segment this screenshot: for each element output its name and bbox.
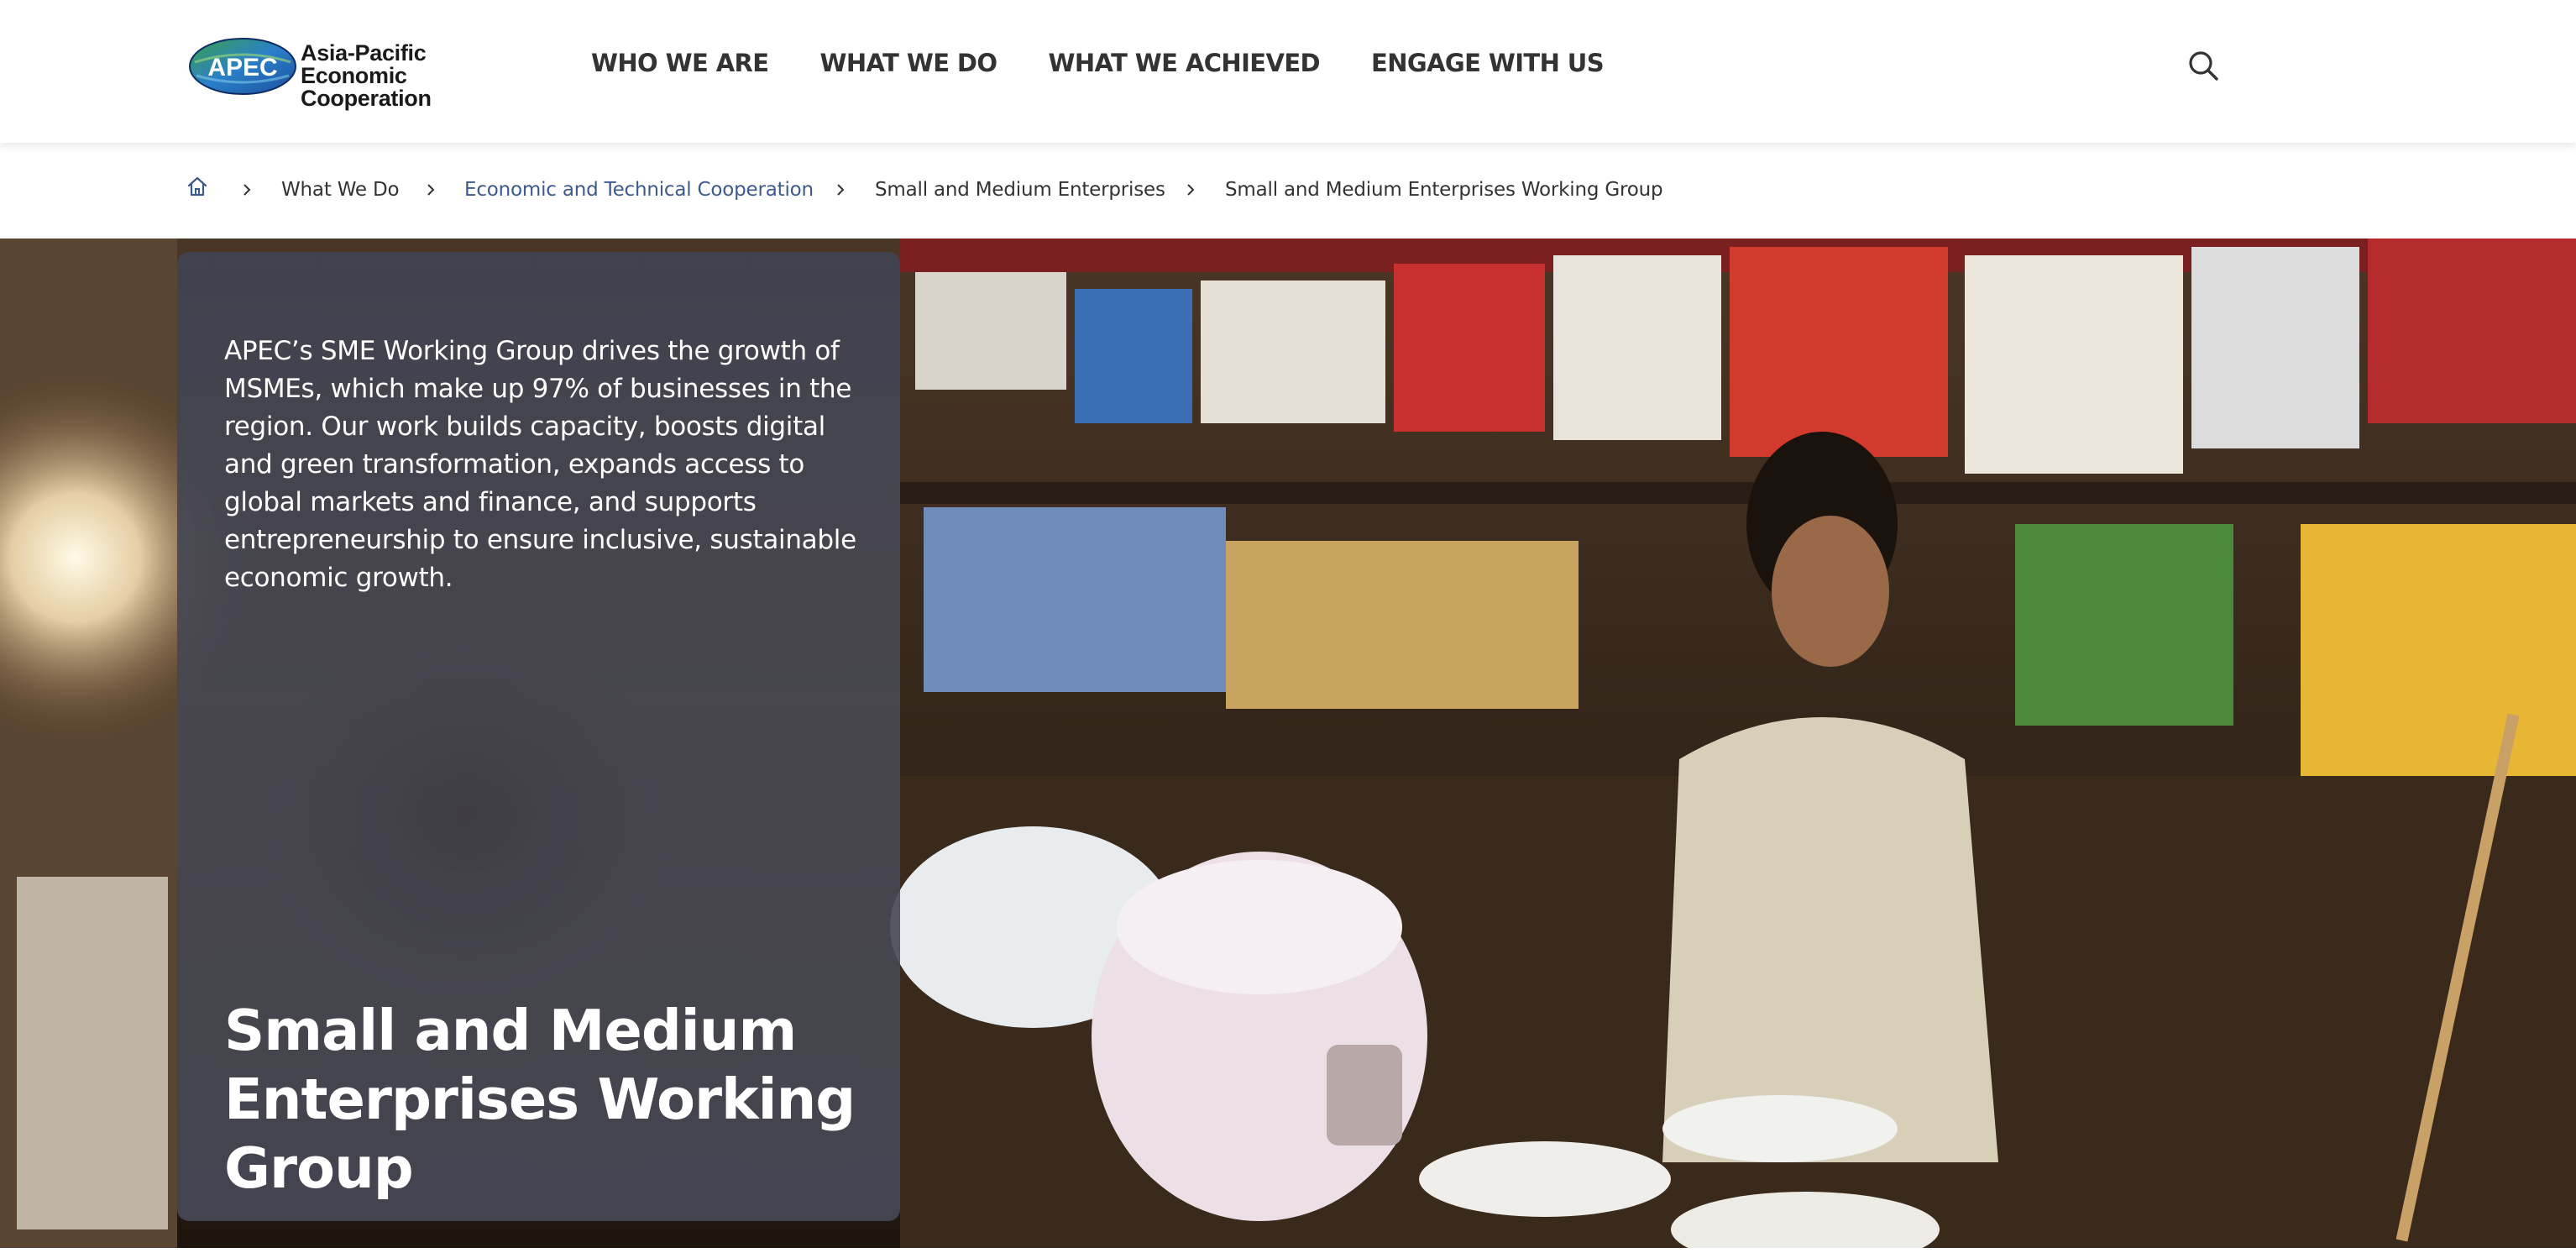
breadcrumb-item-small-medium-enterprises[interactable]: Small and Medium Enterprises xyxy=(875,179,1165,201)
logo-wordmark: Asia-Pacific Economic Cooperation xyxy=(301,42,541,110)
apec-globe-logo-icon: APEC xyxy=(189,38,296,95)
nav-what-we-achieved[interactable]: WHAT WE ACHIEVED xyxy=(1048,49,1320,77)
hero-card: APEC’s SME Working Group drives the grow… xyxy=(177,252,900,1221)
nav-engage-with-us[interactable]: ENGAGE WITH US xyxy=(1371,49,1605,77)
page-title: Small and Medium Enterprises Working Gro… xyxy=(224,998,856,1201)
breadcrumb-item-what-we-do[interactable]: What We Do xyxy=(281,179,400,201)
chevron-right-icon xyxy=(427,184,435,196)
logo-badge-text: APEC xyxy=(207,54,277,81)
site-header: APEC Asia-Pacific Economic Cooperation W… xyxy=(0,0,2576,143)
breadcrumb-item-economic-technical-cooperation[interactable]: Economic and Technical Cooperation xyxy=(464,179,814,201)
chevron-right-icon xyxy=(837,184,845,196)
logo-line-1: Asia-Pacific xyxy=(301,40,427,66)
search-icon[interactable] xyxy=(2186,49,2220,82)
hero-description: APEC’s SME Working Group drives the grow… xyxy=(224,336,856,593)
chevron-right-icon xyxy=(243,184,251,196)
home-icon[interactable] xyxy=(186,176,208,197)
breadcrumb-item-current: Small and Medium Enterprises Working Gro… xyxy=(1225,179,1663,201)
logo-line-2: Economic Cooperation xyxy=(301,63,432,111)
nav-who-we-are[interactable]: WHO WE ARE xyxy=(591,49,769,77)
breadcrumb: What We Do Economic and Technical Cooper… xyxy=(0,146,2576,239)
chevron-right-icon xyxy=(1187,184,1195,196)
hero-section: APEC’s SME Working Group drives the grow… xyxy=(0,239,2576,1248)
nav-what-we-do[interactable]: WHAT WE DO xyxy=(820,49,998,77)
apec-logo[interactable]: APEC Asia-Pacific Economic Cooperation xyxy=(188,34,541,110)
main-nav: WHO WE ARE WHAT WE DO WHAT WE ACHIEVED E… xyxy=(591,49,1655,77)
